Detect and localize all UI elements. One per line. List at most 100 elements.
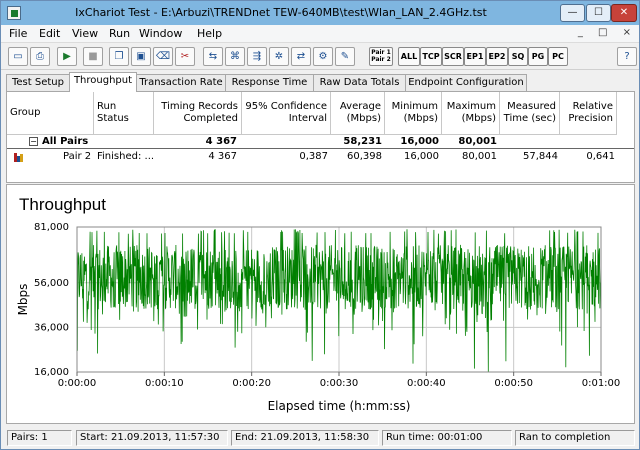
status-run-time: Run time: 00:01:00 (382, 430, 512, 446)
collapse-toggle-icon[interactable]: − (29, 137, 38, 146)
network-button[interactable]: ⌘ (225, 47, 245, 66)
pair2-maximum: 80,001 (462, 151, 497, 162)
filter-tcp-button[interactable]: TCP (420, 47, 442, 66)
throughput-chart: 16,000 36,000 56,000 81,000 0:00:00 0:00:10 0:… (16, 222, 620, 413)
print-icon: ⎙ (36, 51, 44, 62)
x-tick-label: 0:00:00 (58, 378, 97, 389)
pair2-records: 4 367 (208, 151, 237, 162)
pair2-confidence: 0,387 (299, 151, 328, 162)
all-pairs-minimum: 16,000 (400, 136, 439, 147)
pair2-run-status: Finished: ... (97, 151, 155, 162)
all-pairs-records: 4 367 (205, 136, 237, 147)
status-state: Ran to completion (515, 430, 635, 446)
menu-edit[interactable]: Edit (39, 27, 60, 40)
filter-all-button[interactable]: ALL (398, 47, 420, 66)
scissors-icon: ✂ (180, 51, 190, 62)
title-bar[interactable]: IxChariot Test - E:\Arbuzi\TRENDnet TEW-… (1, 1, 639, 25)
tab-throughput[interactable]: Throughput (69, 72, 137, 92)
tab-response-time[interactable]: Response Time (225, 74, 314, 92)
all-pairs-maximum: 80,001 (458, 136, 497, 147)
copy-icon: ❐ (114, 51, 124, 62)
pair-icon (14, 153, 24, 162)
run-button[interactable]: ▶ (57, 47, 77, 66)
y-tick-label: 81,000 (34, 222, 69, 233)
delete-button[interactable]: ⌫ (153, 47, 173, 66)
pair2-group[interactable]: Pair 2 (63, 151, 91, 162)
multicast-button[interactable]: ✲ (269, 47, 289, 66)
help-icon: ? (624, 51, 630, 62)
edit-icon: ✎ (340, 51, 350, 62)
tab-endpoint-configuration[interactable]: Endpoint Configuration (405, 74, 527, 92)
help-button[interactable]: ? (617, 47, 637, 66)
all-pairs-group: All Pairs (42, 136, 89, 147)
pair2-relative-precision: 0,641 (586, 151, 615, 162)
maximize-button[interactable]: ☐ (586, 4, 611, 22)
filter-scr-button[interactable]: SCR (442, 47, 464, 66)
tab-test-setup[interactable]: Test Setup (6, 74, 70, 92)
column-header-timing-records[interactable]: Timing Records Completed (154, 92, 242, 135)
cut-button[interactable]: ✂ (175, 47, 195, 66)
menu-window[interactable]: Window (139, 27, 182, 40)
edit-button[interactable]: ✎ (335, 47, 355, 66)
x-tick-label: 0:00:10 (145, 378, 184, 389)
y-tick-label: 36,000 (34, 322, 69, 333)
column-header-average[interactable]: Average (Mbps) (331, 92, 385, 135)
menu-view[interactable]: View (72, 27, 98, 40)
filter-ep2-button[interactable]: EP2 (486, 47, 508, 66)
copy-button[interactable]: ❐ (109, 47, 129, 66)
pair2-measured-time: 57,844 (523, 151, 558, 162)
column-header-minimum[interactable]: Minimum (Mbps) (385, 92, 442, 135)
status-end: End: 21.09.2013, 11:58:30 (231, 430, 379, 446)
pair2-average: 60,398 (347, 151, 382, 162)
new-icon: ▭ (13, 51, 23, 62)
x-axis-label: Elapsed time (h:mm:ss) (268, 399, 411, 413)
table-row-all-pairs[interactable] (7, 136, 634, 149)
close-button[interactable]: ✕ (611, 4, 637, 22)
toolbar: ▭ ⎙ ▶ ■ ❐ ▣ ⌫ ✂ ⇆ ⌘ ⇶ ✲ ⇄ ⚙ ✎ Pair 1 Pai… (1, 44, 639, 70)
column-header-run-status[interactable]: Run Status (94, 92, 154, 135)
filter-pc-button[interactable]: PC (548, 47, 568, 66)
minimize-button[interactable]: — (560, 4, 585, 22)
pair-select-button[interactable]: Pair 1 Pair 2 (369, 47, 393, 66)
column-header-confidence-interval[interactable]: 95% Confidence Interval (242, 92, 331, 135)
endpoint-button[interactable]: ⇄ (291, 47, 311, 66)
chart-axes: 16,000 36,000 56,000 81,000 0:00:00 0:00:10 0:… (16, 222, 620, 413)
endpoint-icon: ⇄ (296, 51, 306, 62)
tab-transaction-rate[interactable]: Transaction Rate (136, 74, 226, 92)
x-tick-label: 0:00:50 (494, 378, 533, 389)
x-tick-label: 0:01:00 (582, 378, 621, 389)
tab-raw-data-totals[interactable]: Raw Data Totals (313, 74, 406, 92)
filter-pg-button[interactable]: PG (528, 47, 548, 66)
add-pair-button[interactable]: ⇆ (203, 47, 223, 66)
run-icon: ▶ (63, 51, 71, 62)
network-alt-button[interactable]: ⇶ (247, 47, 267, 66)
status-start: Start: 21.09.2013, 11:57:30 (76, 430, 228, 446)
options-button[interactable]: ⚙ (313, 47, 333, 66)
column-header-relative-precision[interactable]: Relative Precision (560, 92, 617, 135)
app-window: IxChariot Test - E:\Arbuzi\TRENDnet TEW-… (0, 0, 640, 450)
stop-button[interactable]: ■ (83, 47, 103, 66)
multicast-icon: ✲ (274, 51, 284, 62)
menu-file[interactable]: File (9, 27, 27, 40)
column-header-maximum[interactable]: Maximum (Mbps) (442, 92, 500, 135)
x-tick-label: 0:00:30 (320, 378, 359, 389)
column-header-group[interactable]: Group (7, 92, 94, 135)
filter-sq-button[interactable]: SQ (508, 47, 528, 66)
network-icon: ⌘ (230, 51, 240, 62)
mdi-window-controls[interactable]: _ □ × (578, 27, 637, 38)
stop-icon: ■ (88, 51, 98, 62)
paste-button[interactable]: ▣ (131, 47, 151, 66)
new-button[interactable]: ▭ (8, 47, 28, 66)
x-tick-label: 0:00:20 (232, 378, 271, 389)
y-tick-label: 56,000 (34, 278, 69, 289)
filter-ep1-button[interactable]: EP1 (464, 47, 486, 66)
pair2-minimum: 16,000 (404, 151, 439, 162)
network-alt-icon: ⇶ (252, 51, 262, 62)
menu-help[interactable]: Help (197, 27, 222, 40)
throughput-chart-panel: Throughput 16,000 36,000 56,000 81,000 0:00:… (6, 184, 635, 424)
menu-run[interactable]: Run (109, 27, 130, 40)
column-header-measured-time[interactable]: Measured Time (sec) (500, 92, 560, 135)
options-icon: ⚙ (318, 51, 328, 62)
y-tick-label: 16,000 (34, 367, 69, 378)
print-button[interactable]: ⎙ (30, 47, 50, 66)
